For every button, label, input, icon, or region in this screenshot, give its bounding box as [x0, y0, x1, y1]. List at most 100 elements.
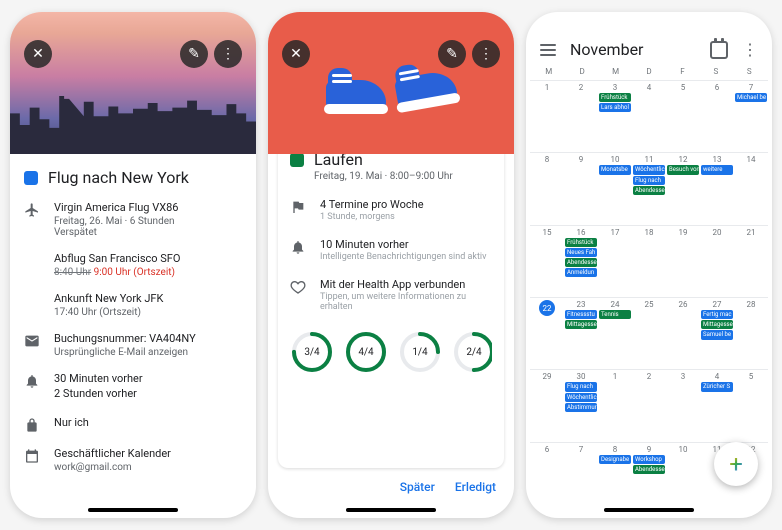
day-cell[interactable]: 9 [564, 152, 598, 224]
event-chip[interactable]: Lars abhol [599, 103, 631, 112]
day-cell[interactable]: 22 [530, 297, 564, 369]
event-chip[interactable]: Neues Fah [565, 248, 597, 257]
event-chip[interactable]: weitere [701, 165, 733, 174]
health-app-row[interactable]: Mit der Health App verbunden Tippen, um … [290, 278, 492, 312]
bell-icon [24, 373, 40, 389]
frequency-detail: 1 Stunde, morgens [320, 212, 492, 222]
menu-button[interactable] [540, 44, 556, 56]
day-cell[interactable]: 10Monatsbe [598, 152, 632, 224]
ring-label: 3/4 [290, 330, 334, 374]
event-chip[interactable]: Michael be [735, 93, 767, 102]
later-button[interactable]: Später [400, 480, 435, 494]
event-datetime: Freitag, 19. Mai · 8:00–9:00 Uhr [314, 171, 492, 182]
day-cell[interactable]: 9WorkshopAbendesse [632, 442, 666, 514]
day-cell[interactable]: 8Designabe [598, 442, 632, 514]
day-cell[interactable]: 14 [734, 152, 768, 224]
event-chip[interactable]: Frühstück [599, 93, 631, 102]
event-chip[interactable]: Monatsbe [599, 165, 631, 174]
day-cell[interactable]: 23FitnessstuMittagesse [564, 297, 598, 369]
day-cell[interactable]: 2 [564, 80, 598, 152]
day-cell[interactable]: 16FrühstückNeues FahAbendesseAnmeldun [564, 225, 598, 297]
event-chip[interactable]: Anmeldun [565, 268, 597, 277]
event-chip[interactable]: Wöchentlic [565, 393, 597, 402]
day-cell[interactable]: 2 [632, 369, 666, 441]
day-cell[interactable]: 18 [632, 225, 666, 297]
day-cell[interactable]: 3FrühstückLars abhol [598, 80, 632, 152]
close-icon: ✕ [32, 46, 44, 62]
day-cell[interactable]: 4Züricher S [700, 369, 734, 441]
event-chip[interactable]: Workshop [633, 455, 665, 464]
close-button[interactable]: ✕ [24, 40, 52, 68]
day-cell[interactable]: 3 [666, 369, 700, 441]
close-button[interactable]: ✕ [282, 40, 310, 68]
weekday-label: D [632, 67, 665, 76]
day-cell[interactable]: 25 [632, 297, 666, 369]
day-cell[interactable]: 26 [666, 297, 700, 369]
today-button[interactable] [710, 41, 728, 59]
day-cell[interactable]: 24Tennis [598, 297, 632, 369]
event-chip[interactable]: Wöchentlic [633, 165, 665, 174]
day-cell[interactable]: 29 [530, 369, 564, 441]
day-cell[interactable]: 19 [666, 225, 700, 297]
day-cell[interactable]: 10 [666, 442, 700, 514]
day-cell[interactable]: 11WöchentlicFlug nachAbendesse [632, 152, 666, 224]
day-number: 5 [667, 83, 699, 92]
flight-date-duration: Freitag, 26. Mai · 6 Stunden [54, 216, 242, 227]
day-cell[interactable]: 5 [666, 80, 700, 152]
more-button[interactable]: ⋮ [214, 40, 242, 68]
event-chip[interactable]: Züricher S [701, 382, 733, 391]
event-chip[interactable]: Mittagesse [565, 320, 597, 329]
event-chip[interactable]: Abstimmur [565, 403, 597, 412]
event-chip[interactable]: Samuel be [701, 330, 733, 339]
event-chip[interactable]: Fitnessstu [565, 310, 597, 319]
progress-ring: 2/4 [452, 330, 492, 374]
phone-flight-detail: ✕ ✎ ⋮ Flug nach New York Virgin America … [10, 12, 256, 518]
day-cell[interactable]: 5 [734, 369, 768, 441]
day-cell[interactable]: 8 [530, 152, 564, 224]
event-chip[interactable]: Designabe [599, 455, 631, 464]
event-chip[interactable]: Abendesse [633, 186, 665, 195]
event-chip[interactable]: Fertig mac [701, 310, 733, 319]
month-title[interactable]: November [570, 40, 696, 59]
more-button[interactable]: ⋮ [742, 40, 758, 59]
flight-details: Flug nach New York Virgin America Flug V… [10, 154, 256, 487]
day-cell[interactable]: 30Flug nachWöchentlicAbstimmur [564, 369, 598, 441]
day-cell[interactable]: 4 [632, 80, 666, 152]
day-cell[interactable]: 20 [700, 225, 734, 297]
edit-button[interactable]: ✎ [438, 40, 466, 68]
day-cell[interactable]: 6 [700, 80, 734, 152]
day-number: 7 [565, 445, 597, 454]
day-cell[interactable]: 1 [530, 80, 564, 152]
day-cell[interactable]: 27Fertig macMittagesseSamuel be [700, 297, 734, 369]
weekday-label: D [565, 67, 598, 76]
event-chip[interactable]: Abendesse [565, 258, 597, 267]
done-button[interactable]: Erledigt [455, 480, 496, 494]
event-chip[interactable]: Mittagesse [701, 320, 733, 329]
day-number: 6 [531, 445, 563, 454]
edit-button[interactable]: ✎ [180, 40, 208, 68]
view-original-email[interactable]: Ursprüngliche E-Mail anzeigen [54, 347, 242, 358]
create-fab[interactable]: + [714, 442, 758, 486]
event-chip[interactable]: Abendesse [633, 465, 665, 474]
day-cell[interactable]: 12Besuch von [666, 152, 700, 224]
event-chip[interactable]: Frühstück [565, 238, 597, 247]
event-chip[interactable]: Tennis [599, 310, 631, 319]
more-button[interactable]: ⋮ [472, 40, 500, 68]
progress-ring: 3/4 [290, 330, 334, 374]
day-cell[interactable]: 28 [734, 297, 768, 369]
day-cell[interactable]: 1 [598, 369, 632, 441]
event-chip[interactable]: Flug nach [565, 382, 597, 391]
event-chip[interactable]: Besuch von [667, 165, 699, 174]
visibility: Nur ich [54, 416, 242, 429]
day-cell[interactable]: 17 [598, 225, 632, 297]
day-cell[interactable]: 13weitere [700, 152, 734, 224]
day-number: 14 [735, 155, 767, 164]
day-number: 4 [701, 372, 733, 381]
day-cell[interactable]: 7 [564, 442, 598, 514]
shoe-illustration [326, 68, 386, 110]
day-cell[interactable]: 7Michael be [734, 80, 768, 152]
day-cell[interactable]: 6 [530, 442, 564, 514]
day-cell[interactable]: 15 [530, 225, 564, 297]
day-cell[interactable]: 21 [734, 225, 768, 297]
event-chip[interactable]: Flug nach [633, 176, 665, 185]
